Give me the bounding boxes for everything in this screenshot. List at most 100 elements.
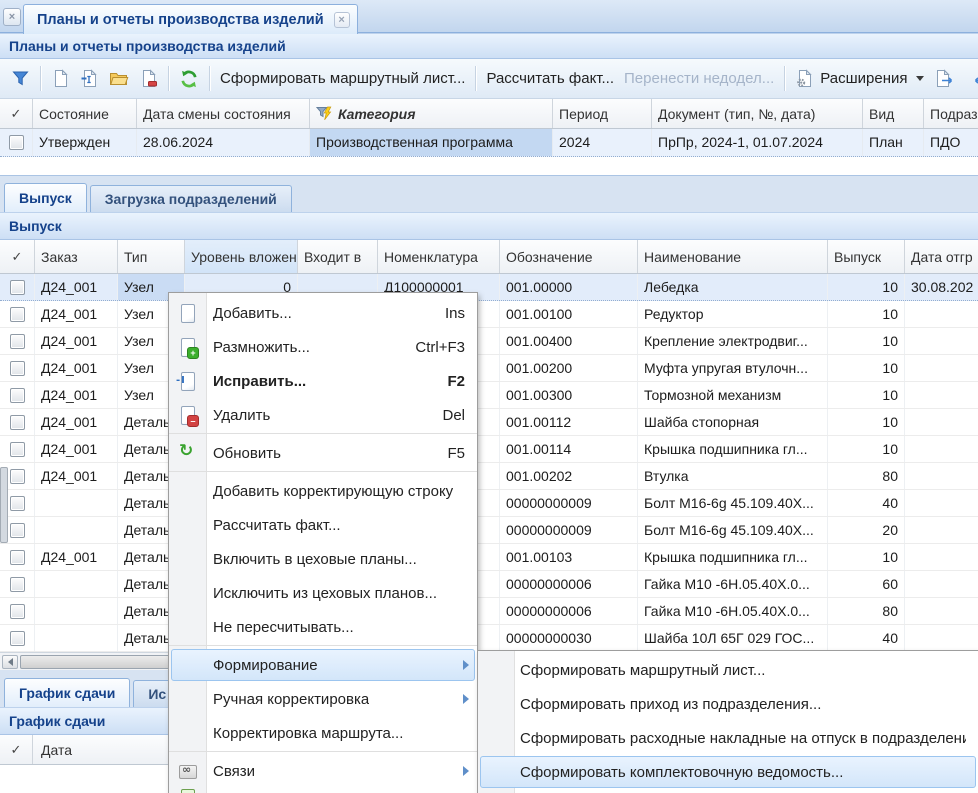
- table-row[interactable]: Деталь 00000000006 Гайка М10 -6Н.05.40Х.…: [0, 598, 978, 625]
- column-header-document[interactable]: Документ (тип, №, дата): [652, 99, 863, 128]
- table-row[interactable]: Деталь 00000000030 Шайба 10Л 65Г 029 ГОС…: [0, 625, 978, 652]
- column-header-nesting-level[interactable]: Уровень вложен: [185, 240, 298, 273]
- export-button[interactable]: [929, 66, 959, 91]
- cell-name: Гайка М10 -6Н.05.40Х.0...: [638, 598, 828, 624]
- cell-order: [35, 571, 118, 597]
- table-row[interactable]: Деталь 00000000009 Болт М16-6g 45.109.40…: [0, 490, 978, 517]
- menu-item[interactable]: Исправить... F2: [169, 364, 477, 398]
- column-header-name[interactable]: Наименование: [638, 240, 828, 273]
- menu-item[interactable]: Рассчитать факт...: [169, 508, 477, 542]
- column-header-nomenclature[interactable]: Номенклатура: [378, 240, 500, 273]
- table-row[interactable]: Деталь 00000000006 Гайка М10 -6Н.05.40Х.…: [0, 571, 978, 598]
- column-header-category[interactable]: Категория: [310, 99, 553, 128]
- menu-item[interactable]: [169, 788, 477, 793]
- table-row[interactable]: Д24_001 Узел 001.00100 Редуктор 10: [0, 301, 978, 328]
- column-header-kind[interactable]: Вид: [863, 99, 924, 128]
- row-checkbox[interactable]: [10, 307, 25, 322]
- menu-item[interactable]: Исключить из цеховых планов...: [169, 576, 477, 610]
- menu-item[interactable]: Формирование: [169, 648, 477, 682]
- table-row[interactable]: Д24_001 Узел 001.00300 Тормозной механиз…: [0, 382, 978, 409]
- menu-item[interactable]: Ручная корректировка: [169, 682, 477, 716]
- row-checkbox[interactable]: [10, 442, 25, 457]
- tab-output[interactable]: Выпуск: [4, 183, 87, 212]
- column-header-designation[interactable]: Обозначение: [500, 240, 638, 273]
- column-header-check[interactable]: ✓: [0, 99, 33, 128]
- cell-ship-date: [905, 625, 978, 651]
- submenu-item[interactable]: Сформировать расходные накладные на отпу…: [478, 721, 978, 755]
- edit-button[interactable]: [75, 66, 104, 91]
- menu-item-icon: [178, 515, 198, 535]
- refresh-button[interactable]: [174, 66, 204, 92]
- table-row[interactable]: Д24_001 Деталь 001.00103 Крышка подшипни…: [0, 544, 978, 571]
- cell-order: Д24_001: [35, 301, 118, 327]
- row-checkbox[interactable]: [10, 604, 25, 619]
- table-row[interactable]: Д24_001 Узел 001.00200 Муфта упругая вту…: [0, 355, 978, 382]
- make-route-list-button[interactable]: Сформировать маршрутный лист...: [215, 67, 470, 90]
- close-tab-group-icon[interactable]: ×: [3, 8, 21, 26]
- cell-ship-date: [905, 409, 978, 435]
- add-button[interactable]: [46, 66, 75, 91]
- row-checkbox[interactable]: [10, 577, 25, 592]
- tab-delivery-schedule[interactable]: График сдачи: [4, 678, 130, 707]
- column-header-check[interactable]: ✓: [0, 735, 33, 764]
- row-checkbox[interactable]: [10, 631, 25, 646]
- submenu-item[interactable]: Сформировать комплектовочную ведомость..…: [478, 755, 978, 789]
- menu-item[interactable]: Удалить Del: [169, 398, 477, 432]
- table-row[interactable]: Д24_001 Узел 001.00400 Крепление электро…: [0, 328, 978, 355]
- menu-item[interactable]: Добавить... Ins: [169, 296, 477, 330]
- cell-output: 10: [828, 409, 905, 435]
- row-checkbox[interactable]: [10, 415, 25, 430]
- column-header-state-date[interactable]: Дата смены состояния: [137, 99, 310, 128]
- submenu-item[interactable]: Сформировать маршрутный лист...: [478, 653, 978, 687]
- row-checkbox[interactable]: [10, 496, 25, 511]
- tab-department-load[interactable]: Загрузка подразделений: [90, 185, 292, 212]
- menu-item-icon: [178, 723, 198, 743]
- table-row[interactable]: Д24_001 Узел 0 Д100000001 001.00000 Лебе…: [0, 274, 978, 301]
- row-checkbox[interactable]: [10, 469, 25, 484]
- menu-item[interactable]: Корректировка маршрута...: [169, 716, 477, 750]
- column-header-ship-date[interactable]: Дата отгр: [905, 240, 978, 273]
- row-checkbox[interactable]: [10, 361, 25, 376]
- cell-designation: 00000000006: [500, 571, 638, 597]
- submenu-item[interactable]: Сформировать приход из подразделения...: [478, 687, 978, 721]
- filter-button[interactable]: [6, 66, 35, 91]
- column-header-output[interactable]: Выпуск: [828, 240, 905, 273]
- menu-item[interactable]: Добавить корректирующую строку...: [169, 474, 477, 508]
- column-header-order[interactable]: Заказ: [35, 240, 118, 273]
- column-header-type[interactable]: Тип: [118, 240, 185, 273]
- row-checkbox[interactable]: [9, 135, 24, 150]
- menu-item[interactable]: Размножить... Ctrl+F3: [169, 330, 477, 364]
- column-header-parent[interactable]: Входит в: [298, 240, 378, 273]
- column-header-period[interactable]: Период: [553, 99, 652, 128]
- column-header-check[interactable]: ✓: [0, 240, 35, 273]
- row-checkbox[interactable]: [10, 334, 25, 349]
- scroll-left-arrow[interactable]: [2, 655, 18, 669]
- menu-item[interactable]: Не пересчитывать...: [169, 610, 477, 644]
- calc-fact-button[interactable]: Рассчитать факт...: [481, 67, 619, 90]
- menu-item[interactable]: Связи: [169, 754, 477, 788]
- menu-item-icon: [178, 689, 198, 709]
- row-checkbox[interactable]: [10, 280, 25, 295]
- menu-item[interactable]: Включить в цеховые планы...: [169, 542, 477, 576]
- cell-designation: 00000000030: [500, 625, 638, 651]
- row-checkbox[interactable]: [10, 523, 25, 538]
- edit-document-icon: [80, 69, 99, 88]
- close-icon[interactable]: ×: [334, 12, 350, 28]
- import-button[interactable]: [968, 66, 978, 91]
- column-header-state[interactable]: Состояние: [33, 99, 137, 128]
- vertical-scrollbar-thumb[interactable]: [0, 467, 8, 543]
- table-row[interactable]: Утвержден 28.06.2024 Производственная пр…: [0, 129, 978, 157]
- row-checkbox[interactable]: [10, 388, 25, 403]
- delete-button[interactable]: [134, 66, 163, 91]
- table-row[interactable]: Д24_001 Деталь 001.00202 Втулка 80: [0, 463, 978, 490]
- extensions-button[interactable]: Расширения: [790, 66, 928, 91]
- table-row[interactable]: Д24_001 Деталь 001.00114 Крышка подшипни…: [0, 436, 978, 463]
- menu-item[interactable]: Обновить F5: [169, 436, 477, 470]
- row-checkbox[interactable]: [10, 550, 25, 565]
- document-tab[interactable]: Планы и отчеты производства изделий ×: [23, 4, 358, 34]
- table-row[interactable]: Д24_001 Деталь 001.00112 Шайба стопорная…: [0, 409, 978, 436]
- cell-order: Д24_001: [35, 463, 118, 489]
- column-header-division[interactable]: Подраз: [924, 99, 978, 128]
- open-button[interactable]: [104, 66, 134, 91]
- table-row[interactable]: Деталь 00000000009 Болт М16-6g 45.109.40…: [0, 517, 978, 544]
